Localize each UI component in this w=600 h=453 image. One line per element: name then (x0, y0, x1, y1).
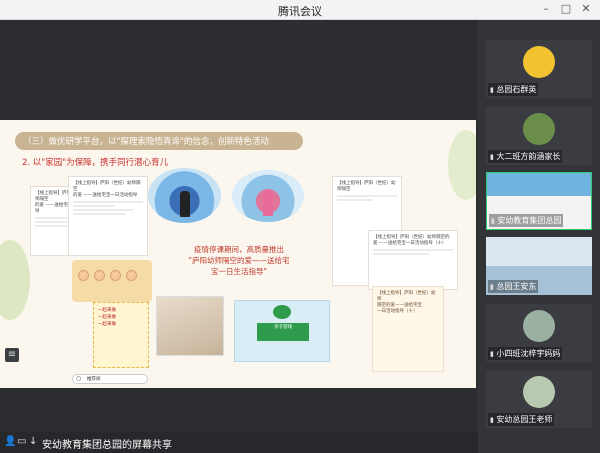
doc-card-right-2: 【线上指导】庐阳（世纪）幼师隔空的 爱 ——送给宅宝一日活动指导（十） (368, 230, 458, 290)
participant-tile[interactable]: ▮ 大二班方韵涵家长 (486, 107, 592, 165)
menu-icon[interactable]: ≡ (5, 348, 19, 362)
screen-share-label: 安幼教育集团总园的屏幕共享 (42, 440, 172, 451)
photo-parent-child (156, 296, 224, 356)
activity-panel: 一起来做 一起来做 一起来做 (93, 302, 149, 368)
mic-icon: ▮ (490, 86, 494, 94)
title-bar: 腾讯会议 – □ ✕ (0, 0, 600, 20)
avatar (523, 310, 555, 342)
search-icon: ○ (76, 375, 82, 382)
participant-tile-active[interactable]: ▮ 安幼教育集团总园 (486, 172, 592, 230)
mic-icon: ▮ (490, 283, 494, 291)
close-icon[interactable]: ✕ (578, 2, 594, 15)
maximize-icon[interactable]: □ (558, 2, 574, 15)
slide-quote: 疫情停课期间，高质量推出 "庐阳幼师隔空的爱——送给宅 宝一日生活指导" (188, 245, 290, 276)
slide-subtitle: 2. 以"家园"为保障，携手同行潜心育儿 (22, 158, 169, 168)
decor-leaf-right (448, 130, 476, 200)
mic-icon: ▮ (490, 350, 494, 358)
participant-tile[interactable]: ▮ 总园石群英 (486, 40, 592, 98)
window-title: 腾讯会议 (278, 5, 322, 18)
avatar (523, 46, 555, 78)
mic-icon: ↓ (29, 436, 38, 447)
mic-icon: ▮ (490, 416, 494, 424)
minimize-icon[interactable]: – (538, 2, 554, 15)
screen-share-bar: 👤 ▭ ↓ 安幼教育集团总园的屏幕共享 (0, 432, 478, 453)
slide-banner: （三）做优研学平台，以"探理索隐悟真谛"的信念，创新特色活动 (15, 132, 303, 150)
screen-share-icon: ▭ (17, 436, 27, 447)
photo-teacher-dancing (232, 170, 304, 222)
parent-child-game-card: 亲子游戏 (234, 300, 330, 362)
shared-screen-area: （三）做优研学平台，以"探理索隐悟真谛"的信念，创新特色活动 2. 以"家园"为… (0, 20, 478, 453)
participant-tile[interactable]: ▮ 安幼总园王老师 (486, 370, 592, 428)
participant-tile[interactable]: ▮ 小四班沈梓宇妈妈 (486, 304, 592, 362)
doc-card-left-2: 【线上指导】庐阳（世纪）幼师隔空 的爱 ——送给宅宝一日活动指导 (68, 176, 148, 256)
decor-leaf-left (0, 240, 30, 320)
user-icon: 👤 (4, 436, 17, 447)
mic-icon: ▮ (491, 217, 495, 225)
avatar (523, 376, 555, 408)
mic-icon: ▮ (490, 153, 494, 161)
participant-panel: ▮ 总园石群英 ▮ 大二班方韵涵家长 ▮ 安幼教育集团总园 ▮ 总园王安东 ▮ … (478, 20, 600, 453)
illustration-children (72, 260, 152, 302)
avatar (523, 113, 555, 145)
presentation-slide: （三）做优研学平台，以"探理索隐悟真谛"的信念，创新特色活动 2. 以"家园"为… (0, 120, 476, 388)
photo-child-playing (148, 168, 221, 223)
participant-tile[interactable]: ▮ 总园王安东 (486, 237, 592, 295)
school-logo-icon (273, 305, 291, 319)
doc-card-guidance: 【线上指导】庐阳（世纪）幼师 隔空的爱——送给宅宝 一日活动指导（十） (372, 286, 444, 372)
search-input[interactable]: ○ 推荐阅 (72, 374, 148, 384)
